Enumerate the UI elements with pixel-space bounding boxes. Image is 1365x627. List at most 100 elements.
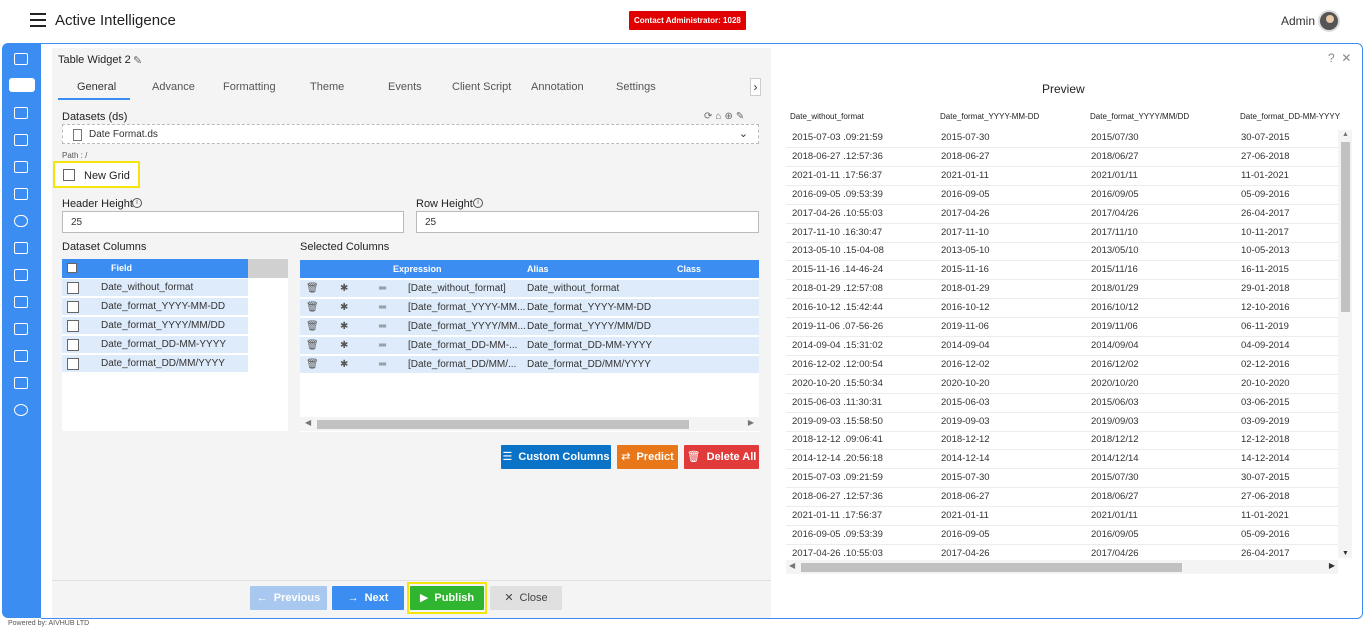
delete-all-button[interactable]: 🗑 Delete All — [684, 445, 759, 469]
tab-settings[interactable]: Settings — [616, 81, 656, 93]
contact-admin-badge[interactable]: Contact Administrator: 1028 — [629, 11, 746, 30]
scroll-left-icon[interactable]: ◀ — [305, 418, 311, 427]
document-icon[interactable] — [14, 161, 28, 173]
edit-icon[interactable]: ✎ — [133, 54, 142, 67]
tab-client-script[interactable]: Client Script — [452, 81, 511, 93]
drag-handle-icon[interactable]: ═ — [379, 321, 386, 332]
drag-handle-icon[interactable]: ═ — [379, 340, 386, 351]
chevron-down-icon[interactable]: ⌄ — [739, 127, 748, 140]
select-all-checkbox[interactable] — [67, 263, 77, 273]
tab-advance[interactable]: Advance — [152, 81, 195, 93]
trash-icon[interactable]: 🗑 — [306, 321, 319, 332]
scroll-up-icon[interactable]: ▲ — [1342, 131, 1349, 138]
gear-icon[interactable]: ✱ — [340, 302, 348, 313]
gear-icon[interactable]: ✱ — [340, 321, 348, 332]
preview-column-header[interactable]: Date_format_YYYY/MM/DD — [1090, 112, 1189, 121]
edit-icon[interactable]: ✎ — [736, 111, 747, 122]
refresh-icon[interactable]: ⟳ — [704, 111, 715, 122]
drag-handle-icon[interactable]: ═ — [379, 359, 386, 370]
settings-icon[interactable] — [14, 404, 28, 416]
gear-icon[interactable]: ✱ — [340, 283, 348, 294]
list-item[interactable]: Date_format_YYYY/MM/DD — [62, 317, 248, 335]
new-grid-checkbox[interactable] — [63, 169, 75, 181]
custom-columns-button[interactable]: ☰ Custom Columns — [501, 445, 611, 469]
trash-icon[interactable]: 🗑 — [306, 283, 319, 294]
layers-icon[interactable] — [14, 134, 28, 146]
header-height-input[interactable]: 25 — [62, 211, 404, 233]
preview-cell: 2013/05/10 — [1091, 245, 1139, 257]
tab-formatting[interactable]: Formatting — [223, 81, 276, 93]
selected-columns-scrollbar[interactable]: ◀ ▶ — [300, 417, 759, 431]
tab-general[interactable]: General — [77, 81, 116, 93]
next-button[interactable]: → Next — [332, 586, 404, 610]
scroll-down-icon[interactable]: ▼ — [1342, 550, 1349, 557]
scroll-right-icon[interactable]: ▶ — [1329, 561, 1335, 570]
close-icon[interactable]: ✕ — [1341, 51, 1351, 65]
trash-icon[interactable]: 🗑 — [306, 359, 319, 370]
row-checkbox[interactable] — [67, 339, 79, 351]
scroll-left-icon[interactable]: ◀ — [789, 561, 795, 570]
gear-icon[interactable]: ✱ — [340, 359, 348, 370]
trash-icon[interactable]: 🗑 — [306, 340, 319, 351]
avatar[interactable] — [1318, 10, 1340, 32]
preview-column-header[interactable]: Date_without_format — [790, 112, 864, 121]
scrollbar-thumb[interactable] — [1341, 142, 1350, 312]
close-button[interactable]: ✕ Close — [490, 586, 562, 610]
info-icon[interactable]: i — [473, 198, 483, 208]
calendar-icon[interactable] — [14, 269, 28, 281]
dataset-select[interactable]: Date Format.ds ⌄ — [62, 124, 759, 144]
user-name[interactable]: Admin — [1281, 14, 1315, 28]
braces-icon[interactable] — [14, 215, 28, 227]
scrollbar-thumb[interactable] — [317, 420, 689, 429]
table-widget-icon[interactable] — [9, 78, 35, 92]
tab-theme[interactable]: Theme — [310, 81, 344, 93]
list-item[interactable]: Date_format_DD/MM/YYYY — [62, 355, 248, 373]
drag-handle-icon[interactable]: ═ — [379, 302, 386, 313]
info-icon[interactable]: i — [132, 198, 142, 208]
hierarchy-icon[interactable] — [14, 350, 28, 362]
preview-column-header[interactable]: Date_format_DD-MM-YYYY — [1240, 112, 1340, 121]
help-icon[interactable]: ? — [1328, 51, 1335, 65]
table-row[interactable]: 🗑 ✱ ═ [Date_format_YYYY-MM... Date_format_Y… — [300, 299, 759, 317]
row-checkbox[interactable] — [67, 282, 79, 294]
trash-icon[interactable]: 🗑 — [306, 302, 319, 313]
row-height-label: Row Height — [416, 198, 473, 210]
button-label: Publish — [434, 592, 475, 604]
row-height-input[interactable]: 25 — [416, 211, 759, 233]
column-name: Date_format_YYYY/MM/DD — [101, 320, 225, 331]
chart-icon[interactable] — [14, 107, 28, 119]
list-item[interactable]: Date_without_format — [62, 279, 248, 297]
gear-icon[interactable]: ✱ — [340, 340, 348, 351]
add-circle-icon[interactable]: ⊕ — [724, 111, 735, 122]
list-item[interactable]: Date_format_YYYY-MM-DD — [62, 298, 248, 316]
image-icon[interactable] — [14, 242, 28, 254]
file-icon[interactable] — [14, 323, 28, 335]
id-card-icon[interactable] — [14, 188, 28, 200]
drag-handle-icon[interactable]: ═ — [379, 283, 386, 294]
new-grid-label: New Grid — [84, 170, 130, 182]
row-checkbox[interactable] — [67, 301, 79, 313]
table-row[interactable]: 🗑 ✱ ═ [Date_without_format] Date_without_fo… — [300, 280, 759, 298]
row-checkbox[interactable] — [67, 320, 79, 332]
table-row[interactable]: 🗑 ✱ ═ [Date_format_YYYY/MM... Date_format_Y… — [300, 318, 759, 336]
predict-button[interactable]: ⇄ Predict — [617, 445, 678, 469]
chevron-right-icon[interactable]: › — [750, 78, 761, 96]
preview-horizontal-scrollbar[interactable]: ◀ ▶ — [786, 560, 1338, 574]
tab-annotation[interactable]: Annotation — [531, 81, 584, 93]
scrollbar-thumb[interactable] — [801, 563, 1182, 572]
analytics-icon[interactable] — [14, 377, 28, 389]
scroll-right-icon[interactable]: ▶ — [748, 418, 754, 427]
row-checkbox[interactable] — [67, 358, 79, 370]
publish-button[interactable]: ▶ Publish — [410, 586, 484, 610]
list-item[interactable]: Date_format_DD-MM-YYYY — [62, 336, 248, 354]
hamburger-menu-icon[interactable] — [30, 13, 46, 27]
preview-vertical-scrollbar[interactable]: ▲ ▼ — [1338, 130, 1352, 558]
preview-column-header[interactable]: Date_format_YYYY-MM-DD — [940, 112, 1039, 121]
table-row[interactable]: 🗑 ✱ ═ [Date_format_DD/MM/... Date_format_DD… — [300, 356, 759, 374]
tab-events[interactable]: Events — [388, 81, 422, 93]
login-icon[interactable] — [14, 53, 28, 65]
report-icon[interactable] — [14, 296, 28, 308]
previous-button[interactable]: ← Previous — [250, 586, 327, 610]
preview-cell: 29-01-2018 — [1241, 283, 1290, 295]
table-row[interactable]: 🗑 ✱ ═ [Date_format_DD-MM-... Date_format_DD… — [300, 337, 759, 355]
